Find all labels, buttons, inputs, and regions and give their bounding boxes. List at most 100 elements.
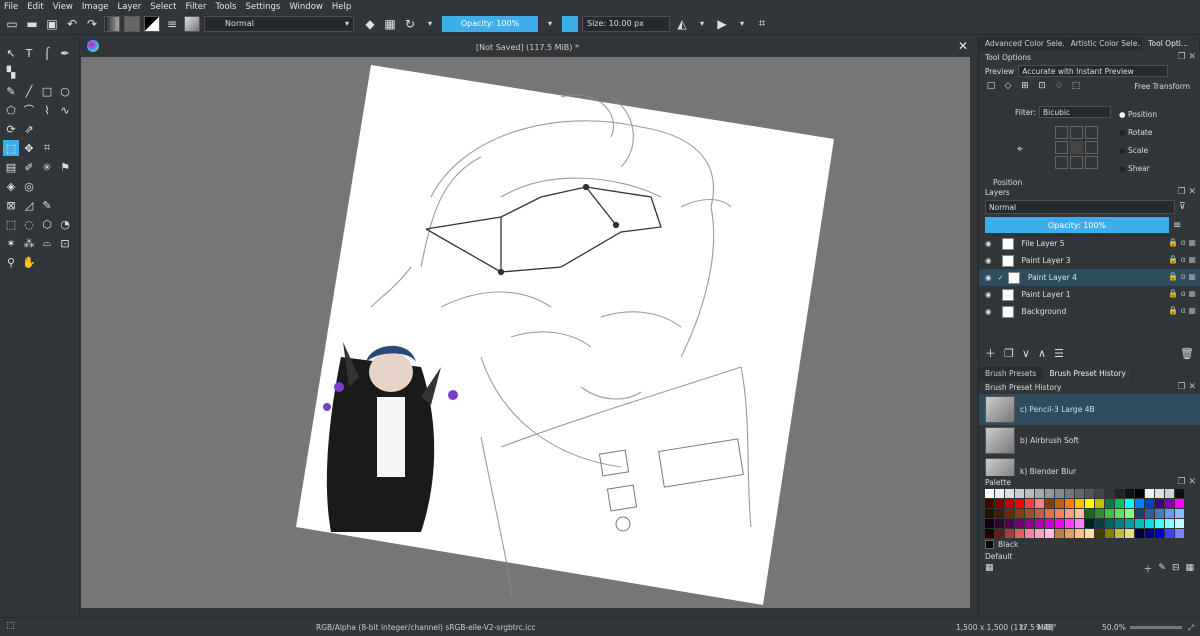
palette-swatch[interactable] <box>1065 509 1074 518</box>
palette-swatch[interactable] <box>995 499 1004 508</box>
freehand-path-icon[interactable]: ∿ <box>57 102 73 118</box>
assistant-tool-icon[interactable]: ⊠ <box>3 197 19 213</box>
palette-swatch[interactable] <box>1005 489 1014 498</box>
brush-settings-icon[interactable]: ≡ <box>164 16 180 32</box>
palette-swatch[interactable] <box>1055 519 1064 528</box>
zoom-slider[interactable] <box>1130 626 1182 629</box>
flow-color-icon[interactable] <box>562 15 578 32</box>
anchor-bottom-left[interactable] <box>1055 156 1068 169</box>
perspective-icon[interactable]: ◇ <box>1002 80 1014 92</box>
palette-swatch[interactable] <box>1015 509 1024 518</box>
move-down-icon[interactable]: ∨ <box>1022 347 1030 360</box>
bezier-select-icon[interactable]: ⌓ <box>39 235 55 251</box>
palette-swatch[interactable] <box>1075 529 1084 538</box>
alpha-lock-icon[interactable]: ▦ <box>382 16 398 32</box>
magnetic-select-icon[interactable]: ⊡ <box>57 235 73 251</box>
pattern-swatch[interactable] <box>124 15 140 32</box>
dock-controls-icon[interactable]: ❐ ✕ <box>1178 187 1196 197</box>
palette-swatch[interactable] <box>1015 529 1024 538</box>
undo-icon[interactable]: ↶ <box>64 16 80 32</box>
palette-swatch[interactable] <box>1175 489 1184 498</box>
chevron-down-icon[interactable]: ▾ <box>422 16 438 32</box>
palette-swatch[interactable] <box>1085 489 1094 498</box>
close-icon[interactable]: ✕ <box>958 39 968 53</box>
dock-controls-icon[interactable]: ❐ ✕ <box>1178 382 1196 392</box>
palette-swatch[interactable] <box>1085 509 1094 518</box>
chevron-down-icon[interactable]: ▾ <box>734 16 750 32</box>
smart-patch-icon[interactable]: ✳ <box>39 159 55 175</box>
palette-swatch[interactable] <box>995 529 1004 538</box>
option-shear[interactable]: ● Shear <box>1119 160 1157 178</box>
freehand-select-icon[interactable]: ◔ <box>57 216 73 232</box>
palette-swatch[interactable] <box>1155 499 1164 508</box>
palette-swatch[interactable] <box>1035 489 1044 498</box>
preview-select[interactable]: Accurate with Instant Preview <box>1018 65 1169 77</box>
palette-swatch[interactable] <box>1135 499 1144 508</box>
opacity-slider[interactable]: Opacity: 100% <box>442 15 538 32</box>
palette-swatch[interactable] <box>1115 499 1124 508</box>
palette-swatch[interactable] <box>985 489 994 498</box>
palette-swatch[interactable] <box>1015 519 1024 528</box>
palette-swatch[interactable] <box>1145 519 1154 528</box>
redo-icon[interactable]: ↷ <box>84 16 100 32</box>
dock-controls-icon[interactable]: ❐ ✕ <box>1178 477 1196 487</box>
option-position[interactable]: ● Position <box>1119 106 1157 124</box>
edit-swatch-icon[interactable]: ✎ <box>1158 563 1166 573</box>
palette-swatch[interactable] <box>1165 519 1174 528</box>
palette-swatch[interactable] <box>1065 529 1074 538</box>
bezier-tool-icon[interactable]: ⌇ <box>39 102 55 118</box>
move-up-icon[interactable]: ∧ <box>1038 347 1046 360</box>
palette-swatch[interactable] <box>985 519 994 528</box>
palette-swatch[interactable] <box>1005 529 1014 538</box>
palette-swatch[interactable] <box>1025 519 1034 528</box>
reference-tool-icon[interactable]: ✎ <box>39 197 55 213</box>
tab-brush-preset-history[interactable]: Brush Preset History <box>1043 367 1133 381</box>
palette-swatch[interactable] <box>1145 489 1154 498</box>
palette-swatch[interactable] <box>1025 499 1034 508</box>
mirror-vertical-icon[interactable]: ▶ <box>714 16 730 32</box>
add-layer-icon[interactable]: ＋ <box>985 345 996 361</box>
palette-swatch[interactable] <box>1175 519 1184 528</box>
palette-swatch[interactable] <box>1105 489 1114 498</box>
rectangle-tool-icon[interactable]: □ <box>39 83 55 99</box>
palette-swatch[interactable] <box>1125 519 1134 528</box>
selection-icon[interactable]: ⬚ <box>6 621 15 631</box>
palette-swatch[interactable] <box>1055 499 1064 508</box>
menu-help[interactable]: Help <box>332 2 351 12</box>
palette-swatch[interactable] <box>1165 499 1174 508</box>
anchor-top-right[interactable] <box>1085 126 1098 139</box>
palette-swatch[interactable] <box>1075 499 1084 508</box>
anchor-top-left[interactable] <box>1055 126 1068 139</box>
save-icon[interactable]: ▣ <box>44 16 60 32</box>
gradient-edit-icon[interactable]: ▚ <box>3 64 19 80</box>
anchor-top[interactable] <box>1070 126 1083 139</box>
select-shapes-icon[interactable]: ↖ <box>3 45 19 61</box>
palette-swatch[interactable] <box>1065 519 1074 528</box>
layer-row-selected[interactable]: ◉ ✓ Paint Layer 4 🔒 α ▦ <box>979 269 1200 286</box>
menu-filter[interactable]: Filter <box>185 2 206 12</box>
menu-image[interactable]: Image <box>82 2 109 12</box>
brush-preset-item[interactable]: b) Airbrush Soft <box>979 425 1200 456</box>
palette-swatch[interactable] <box>995 489 1004 498</box>
mirror-horizontal-icon[interactable]: ◭ <box>674 16 690 32</box>
chevron-down-icon[interactable]: ▾ <box>694 16 710 32</box>
rotation-icon[interactable]: ↻ <box>1020 623 1026 632</box>
rect-select-icon[interactable]: ⬚ <box>3 216 19 232</box>
layer-row[interactable]: ◉ Paint Layer 3 🔒 α ▦ <box>979 252 1200 269</box>
brush-preset-item[interactable]: k) Blender Blur <box>979 456 1200 476</box>
layer-row[interactable]: ◉ File Layer 5 🔒 α ▦ <box>979 235 1200 252</box>
dock-controls-icon[interactable]: ❐ ✕ <box>1178 52 1196 62</box>
palette-swatch[interactable] <box>1145 509 1154 518</box>
palette-swatch[interactable] <box>1175 499 1184 508</box>
palette-swatch[interactable] <box>1085 499 1094 508</box>
crop-icon[interactable]: ⌗ <box>754 16 770 32</box>
polygon-tool-icon[interactable]: ⬠ <box>3 102 19 118</box>
text-tool-icon[interactable]: T <box>21 45 37 61</box>
palette-swatch[interactable] <box>985 499 994 508</box>
palette-swatch[interactable] <box>985 509 994 518</box>
palette-swatch[interactable] <box>1105 529 1114 538</box>
chevron-down-icon[interactable]: ▾ <box>542 16 558 32</box>
palette-swatch[interactable] <box>1155 509 1164 518</box>
liquify-icon[interactable]: ♢ <box>1053 80 1065 92</box>
palette-swatch[interactable] <box>995 519 1004 528</box>
